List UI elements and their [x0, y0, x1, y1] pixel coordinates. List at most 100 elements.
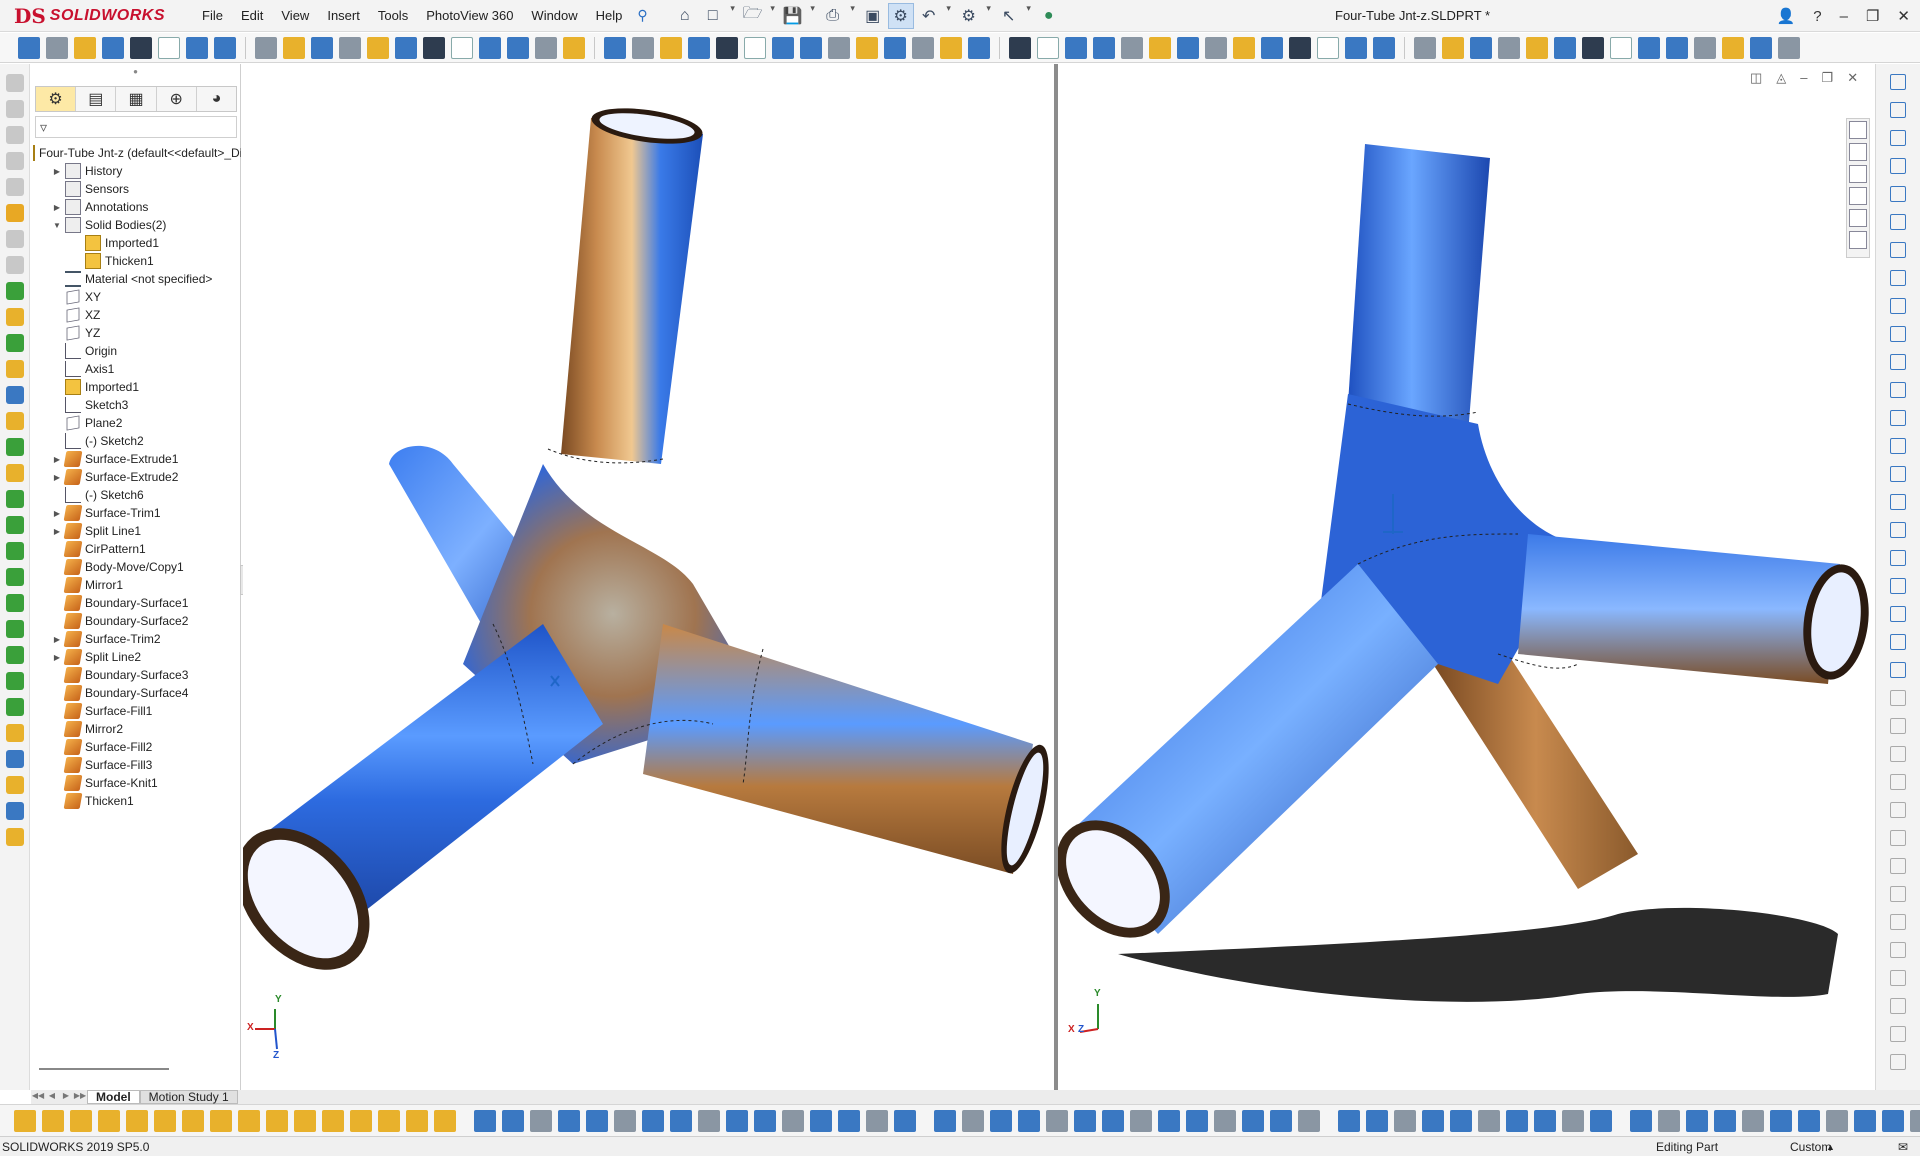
toolbar-tool-icon[interactable]: [1373, 36, 1395, 59]
toolbar-tool-icon[interactable]: [828, 36, 850, 59]
feature-command-icon[interactable]: [6, 750, 24, 768]
toolbar-tool-icon[interactable]: [1317, 36, 1339, 59]
open-folder-icon[interactable]: 🗁: [740, 3, 766, 29]
dimxpert-icon[interactable]: ⊕: [157, 87, 197, 111]
sketch-tool-icon[interactable]: [1890, 410, 1906, 426]
sketch-tool-icon[interactable]: [1890, 1054, 1906, 1070]
feature-command-icon[interactable]: [6, 360, 24, 378]
view-palette-icon[interactable]: [1849, 187, 1867, 205]
command-tool-icon[interactable]: [294, 1109, 316, 1132]
sketch-tool-icon[interactable]: [1890, 998, 1906, 1014]
appearances-icon[interactable]: [1849, 209, 1867, 227]
chevron-down-icon[interactable]: ▾: [808, 3, 818, 29]
toolbar-tool-icon[interactable]: [716, 36, 738, 59]
toolbar-tool-icon[interactable]: [1121, 36, 1143, 59]
sketch-tool-icon[interactable]: [1890, 1026, 1906, 1042]
feature-command-icon[interactable]: [6, 230, 24, 248]
command-tool-icon[interactable]: [1046, 1109, 1068, 1132]
command-tool-icon[interactable]: [894, 1109, 916, 1132]
toolbar-tool-icon[interactable]: [1261, 36, 1283, 59]
command-tool-icon[interactable]: [1658, 1109, 1680, 1132]
sketch-tool-icon[interactable]: [1890, 326, 1906, 342]
command-tool-icon[interactable]: [238, 1109, 260, 1132]
command-tool-icon[interactable]: [1630, 1109, 1652, 1132]
chevron-down-icon[interactable]: ▾: [848, 3, 858, 29]
feature-command-icon[interactable]: [6, 74, 24, 92]
toolbar-tool-icon[interactable]: [214, 36, 236, 59]
toolbar-tool-icon[interactable]: [800, 36, 822, 59]
command-tool-icon[interactable]: [1214, 1109, 1236, 1132]
sketch-tool-icon[interactable]: [1890, 102, 1906, 118]
command-tool-icon[interactable]: [990, 1109, 1012, 1132]
sketch-tool-icon[interactable]: [1890, 242, 1906, 258]
feature-command-icon[interactable]: [6, 152, 24, 170]
toolbar-tool-icon[interactable]: [1554, 36, 1576, 59]
sketch-tool-icon[interactable]: [1890, 270, 1906, 286]
toolbar-tool-icon[interactable]: [1470, 36, 1492, 59]
configuration-manager-icon[interactable]: ▦: [116, 87, 157, 111]
sketch-tool-icon[interactable]: [1890, 970, 1906, 986]
command-tool-icon[interactable]: [42, 1109, 64, 1132]
chevron-down-icon[interactable]: ▾: [984, 3, 994, 29]
minimize-icon[interactable]: –: [1840, 8, 1848, 25]
print-icon[interactable]: ⎙: [820, 3, 846, 29]
chevron-right-icon[interactable]: ▶: [51, 203, 63, 212]
command-tool-icon[interactable]: [474, 1109, 496, 1132]
chevron-down-icon[interactable]: ▾: [1024, 3, 1034, 29]
feature-manager-icon[interactable]: ⚙: [36, 87, 77, 111]
menu-photoview[interactable]: PhotoView 360: [417, 0, 522, 32]
chevron-right-icon[interactable]: ▶: [51, 527, 63, 536]
sketch-tool-icon[interactable]: [1890, 74, 1906, 90]
command-tool-icon[interactable]: [126, 1109, 148, 1132]
sketch-tool-icon[interactable]: [1890, 158, 1906, 174]
sketch-tool-icon[interactable]: [1890, 886, 1906, 902]
command-tool-icon[interactable]: [530, 1109, 552, 1132]
feature-command-icon[interactable]: [6, 438, 24, 456]
feature-command-icon[interactable]: [6, 802, 24, 820]
toolbar-tool-icon[interactable]: [1177, 36, 1199, 59]
command-tool-icon[interactable]: [962, 1109, 984, 1132]
command-tool-icon[interactable]: [866, 1109, 888, 1132]
feature-command-icon[interactable]: [6, 178, 24, 196]
notification-icon[interactable]: ✉: [1898, 1137, 1908, 1156]
command-tool-icon[interactable]: [98, 1109, 120, 1132]
command-tool-icon[interactable]: [838, 1109, 860, 1132]
toolbar-tool-icon[interactable]: [1009, 36, 1031, 59]
toolbar-tool-icon[interactable]: [688, 36, 710, 59]
chevron-right-icon[interactable]: ▶: [51, 455, 63, 464]
sketch-tool-icon[interactable]: [1890, 130, 1906, 146]
command-tool-icon[interactable]: [378, 1109, 400, 1132]
sketch-tool-icon[interactable]: [1890, 914, 1906, 930]
command-tool-icon[interactable]: [210, 1109, 232, 1132]
sketch-tool-icon[interactable]: [1890, 550, 1906, 566]
command-tool-icon[interactable]: [1714, 1109, 1736, 1132]
command-tool-icon[interactable]: [1074, 1109, 1096, 1132]
chevron-right-icon[interactable]: ▶: [51, 473, 63, 482]
horizontal-scrollbar[interactable]: [39, 1068, 169, 1070]
command-tool-icon[interactable]: [1366, 1109, 1388, 1132]
command-tool-icon[interactable]: [322, 1109, 344, 1132]
toolbar-tool-icon[interactable]: [1345, 36, 1367, 59]
undo-icon[interactable]: ↶: [916, 3, 942, 29]
sketch-tool-icon[interactable]: [1890, 746, 1906, 762]
sketch-tool-icon[interactable]: [1890, 690, 1906, 706]
command-tool-icon[interactable]: [1298, 1109, 1320, 1132]
command-tool-icon[interactable]: [502, 1109, 524, 1132]
sketch-tool-icon[interactable]: [1890, 942, 1906, 958]
feature-command-icon[interactable]: [6, 672, 24, 690]
command-tool-icon[interactable]: [1102, 1109, 1124, 1132]
toolbar-tool-icon[interactable]: [1205, 36, 1227, 59]
menu-view[interactable]: View: [272, 0, 318, 32]
command-tool-icon[interactable]: [1186, 1109, 1208, 1132]
toolbar-tool-icon[interactable]: [1065, 36, 1087, 59]
sketch-tool-icon[interactable]: [1890, 354, 1906, 370]
rebuild-icon[interactable]: ⚙: [887, 2, 914, 29]
toolbar-tool-icon[interactable]: [451, 36, 473, 59]
right-model-view[interactable]: [1056, 64, 1874, 1090]
chevron-right-icon[interactable]: ▶: [51, 653, 63, 662]
toolbar-tool-icon[interactable]: [1582, 36, 1604, 59]
tree-node[interactable]: Thicken1: [31, 790, 241, 812]
feature-command-icon[interactable]: [6, 568, 24, 586]
toolbar-tool-icon[interactable]: [1149, 36, 1171, 59]
traffic-light-icon[interactable]: ●: [1036, 3, 1062, 29]
